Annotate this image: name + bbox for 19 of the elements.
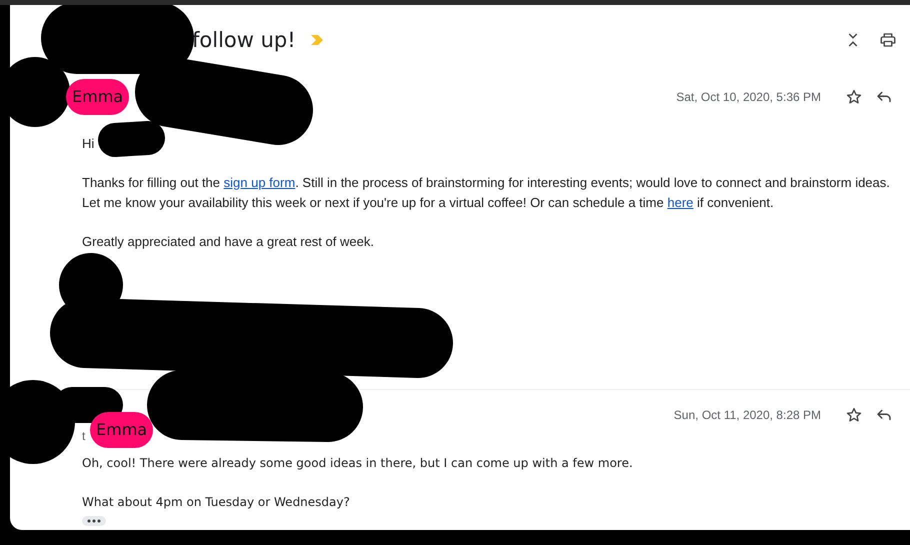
inline-link[interactable]: here <box>667 195 694 210</box>
show-trimmed-button[interactable] <box>82 516 106 526</box>
message-date: Sun, Oct 11, 2020, 8:28 PM <box>674 408 821 422</box>
message-paragraph: Greatly appreciated and have a great rest of week. <box>82 233 375 251</box>
print-icon[interactable] <box>879 31 897 49</box>
star-icon[interactable] <box>845 88 863 106</box>
email-subject: follow up! <box>192 27 296 54</box>
highlighted-name: Emma <box>66 79 130 115</box>
recipient-label: t <box>82 429 86 443</box>
more-dots-icon <box>87 519 101 523</box>
message-paragraph: What about 4pm on Tuesday or Wednesday? <box>82 494 351 511</box>
importance-marker-icon[interactable] <box>310 34 324 46</box>
greeting-text: Hi <box>82 135 94 153</box>
message-paragraph: Thanks for filling out the sign up form. Still in the process of brainstorming for interesting events; would love to connect and brainstorm ideas. Let me know your availability this week or next if you're up for a virtual coffee! Or can schedule a time here if convenient. <box>82 174 891 212</box>
inline-link[interactable]: sign up form <box>224 175 296 190</box>
highlighted-name: Emma <box>90 412 154 448</box>
message-paragraph: Oh, cool! There were already some good ideas in there, but I can come up with a few more. <box>82 455 634 472</box>
message-date: Sat, Oct 10, 2020, 5:36 PM <box>676 90 821 104</box>
star-icon[interactable] <box>845 406 863 424</box>
